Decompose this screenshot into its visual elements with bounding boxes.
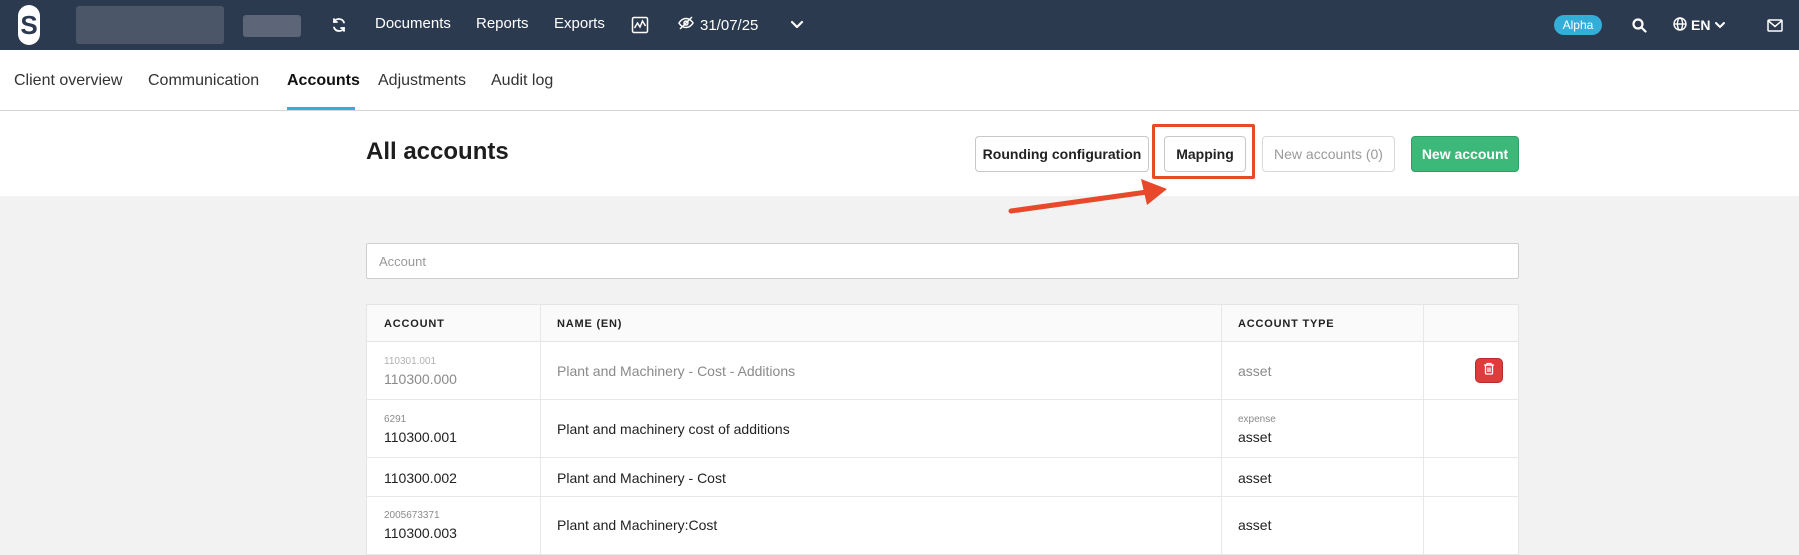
sub-account-code: 110301.001 — [384, 356, 437, 367]
account-name: Plant and Machinery - Cost — [557, 470, 726, 486]
language-selector[interactable]: EN — [1673, 13, 1726, 37]
trash-icon — [1483, 362, 1495, 380]
redacted-client-id — [243, 15, 301, 37]
table-row[interactable]: 6291 110300.001 Plant and machinery cost… — [367, 401, 1518, 458]
top-navigation-bar: S Documents Reports Exports 31/07/25 Alp… — [0, 0, 1799, 50]
nav-documents[interactable]: Documents — [375, 15, 451, 33]
table-row[interactable]: 110301.001 110300.000 Plant and Machiner… — [367, 343, 1518, 400]
account-number: 110300.002 — [384, 470, 457, 486]
account-number: 110300.001 — [384, 429, 457, 445]
tab-bar: Client overview Communication Accounts A… — [0, 50, 1799, 111]
rounding-configuration-button[interactable]: Rounding configuration — [975, 136, 1149, 172]
annotation-highlight-box — [1152, 124, 1255, 179]
globe-icon — [1673, 16, 1687, 34]
app-logo[interactable]: S — [12, 3, 46, 47]
table-row[interactable]: 2005673371 110300.003 Plant and Machiner… — [367, 498, 1518, 555]
mail-icon[interactable] — [1764, 14, 1786, 36]
date-selector[interactable]: 31/07/25 — [678, 13, 758, 37]
account-name: Plant and Machinery - Cost - Additions — [557, 363, 796, 379]
nav-exports[interactable]: Exports — [554, 15, 605, 33]
nav-reports[interactable]: Reports — [476, 15, 529, 33]
tab-accounts[interactable]: Accounts — [287, 72, 360, 90]
annotation-arrow — [1008, 179, 1167, 214]
column-header-account[interactable]: ACCOUNT — [384, 318, 445, 330]
tab-communication[interactable]: Communication — [148, 72, 259, 90]
search-icon[interactable] — [1628, 14, 1650, 36]
chevron-down-icon — [1714, 17, 1726, 33]
account-number: 110300.003 — [384, 525, 457, 541]
column-header-name[interactable]: NAME (EN) — [557, 318, 622, 330]
tab-audit-log[interactable]: Audit log — [491, 72, 553, 90]
selected-date: 31/07/25 — [700, 16, 759, 34]
account-search-input[interactable] — [366, 243, 1519, 279]
new-accounts-button[interactable]: New accounts (0) — [1262, 136, 1395, 172]
table-row[interactable]: 110300.002 Plant and Machinery - Cost as… — [367, 459, 1518, 497]
delete-account-button[interactable] — [1475, 358, 1503, 383]
sub-account-code: 2005673371 — [384, 510, 440, 521]
account-type: asset — [1238, 363, 1272, 379]
account-type: asset — [1238, 429, 1272, 445]
sub-account-type: expense — [1238, 414, 1276, 425]
logo-letter: S — [20, 10, 37, 40]
tab-client-overview[interactable]: Client overview — [14, 72, 122, 90]
new-account-button[interactable]: New account — [1411, 136, 1519, 172]
account-type: asset — [1238, 470, 1272, 486]
account-name: Plant and Machinery:Cost — [557, 517, 718, 533]
alpha-badge: Alpha — [1554, 15, 1602, 35]
redacted-client-name — [76, 6, 224, 44]
language-code: EN — [1691, 17, 1711, 33]
account-type: asset — [1238, 517, 1272, 533]
account-number: 110300.000 — [384, 371, 457, 387]
page-title: All accounts — [366, 138, 509, 165]
sub-account-code: 6291 — [384, 414, 407, 425]
account-name: Plant and machinery cost of additions — [557, 421, 790, 437]
active-tab-indicator — [287, 107, 355, 110]
refresh-icon[interactable] — [328, 14, 350, 36]
eye-slash-icon — [678, 16, 694, 34]
activity-chart-icon[interactable] — [629, 14, 651, 36]
page-header: All accounts Rounding configuration Mapp… — [0, 111, 1799, 196]
accounts-table: ACCOUNT NAME (EN) ACCOUNT TYPE 110301.00… — [366, 304, 1519, 555]
column-header-account-type[interactable]: ACCOUNT TYPE — [1238, 318, 1334, 330]
chevron-down-icon[interactable] — [786, 14, 808, 36]
tab-adjustments[interactable]: Adjustments — [378, 72, 466, 90]
